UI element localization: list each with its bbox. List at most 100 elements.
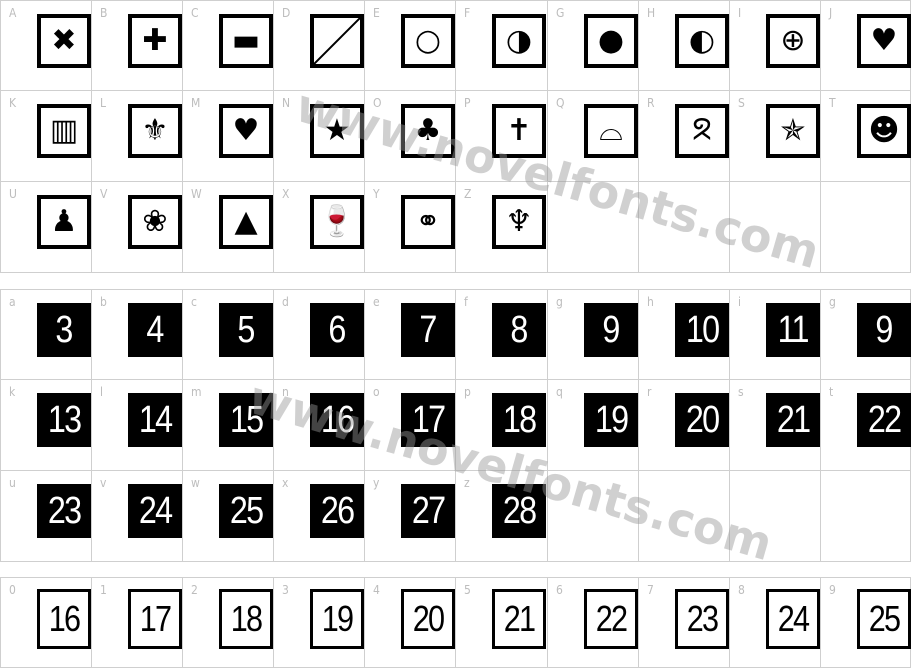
character-key-label: v	[100, 476, 107, 490]
glyph-cell: M ♥	[183, 91, 274, 182]
empty-circle-icon: ○	[401, 14, 455, 68]
glyph-cell: x 26	[274, 471, 365, 562]
glyph-cell	[548, 471, 639, 562]
character-key-label: D	[282, 6, 291, 20]
number-text: 24	[777, 598, 810, 639]
icon-glyph: ▥	[49, 113, 79, 148]
number-text: 9	[875, 308, 894, 351]
number-text: 23	[47, 489, 82, 532]
icon-glyph: ●	[597, 23, 625, 58]
icon-glyph: ○	[414, 23, 442, 58]
outlined-number-glyph: 20	[401, 589, 455, 649]
filled-number-glyph: 18	[492, 393, 546, 447]
character-key-label: d	[282, 295, 289, 309]
outlined-number-glyph: 22	[584, 589, 638, 649]
character-key-label: R	[647, 96, 655, 110]
character-key-label: p	[464, 385, 471, 399]
character-key-label: c	[191, 295, 197, 309]
number-text: 15	[229, 398, 264, 441]
flag-star-icon: ✯	[766, 104, 820, 158]
glyph-cell: a3	[0, 289, 92, 380]
glyph-cell: 5 21	[456, 577, 548, 668]
glyph-cell: P ✝	[456, 91, 548, 182]
character-key-label: I	[738, 6, 742, 20]
character-key-label: g	[829, 295, 836, 309]
glyph-cell: A ✖	[0, 0, 92, 91]
glyph-cell: r 20	[639, 380, 730, 471]
glyph-cell: h 10	[639, 289, 730, 380]
glyph-cell: n 16	[274, 380, 365, 471]
minus-icon: ▬	[219, 14, 273, 68]
glyph-cell: i 11	[730, 289, 821, 380]
half-circle-right-icon: ◑	[492, 14, 546, 68]
glyph-cell: 1 17	[92, 577, 183, 668]
outlined-number-glyph: 21	[492, 589, 546, 649]
character-key-label: P	[464, 96, 471, 110]
glyph-cell	[639, 182, 730, 273]
glyph-cell: J ♥	[821, 0, 911, 91]
shamrock-icon: ♣	[401, 104, 455, 158]
number-text: 25	[868, 598, 901, 639]
icon-glyph: ▬	[231, 23, 261, 58]
filled-number-glyph: 22	[857, 393, 911, 447]
number-text: 4	[146, 308, 165, 351]
number-text: 5	[237, 308, 256, 351]
character-key-label: F	[464, 6, 471, 20]
character-key-label: S	[738, 96, 745, 110]
turkey-icon: ❀	[128, 195, 182, 249]
icon-glyph: ▲	[234, 204, 258, 239]
character-key-label: 8	[738, 583, 745, 597]
character-key-label: N	[282, 96, 291, 110]
champagne-toast-icon: ⚭	[401, 195, 455, 249]
character-key-label: e	[373, 295, 380, 309]
filled-number-glyph: 3	[37, 303, 91, 357]
glyph-cell: Q ⌓	[548, 91, 639, 182]
glyph-cell: Z ♆	[456, 182, 548, 273]
glyph-cell: X 🍷	[274, 182, 365, 273]
character-key-label: r	[647, 385, 652, 399]
character-key-label: X	[282, 187, 290, 201]
number-text: 21	[503, 598, 536, 639]
character-key-label: E	[373, 6, 380, 20]
character-key-label: V	[100, 187, 108, 201]
glyph-cell: f8	[456, 289, 548, 380]
character-key-label: H	[647, 6, 656, 20]
icon-glyph: ◐	[688, 23, 716, 58]
glyph-row: U ♟ V ❀ W ▲ X 🍷 Y ⚭ Z ♆	[0, 182, 911, 273]
glyph-cell: b4	[92, 289, 183, 380]
glyph-cell: e7	[365, 289, 456, 380]
character-key-label: A	[9, 6, 17, 20]
number-text: 23	[686, 598, 719, 639]
character-key-label: T	[829, 96, 836, 110]
icon-glyph: ♥	[870, 23, 898, 58]
glyph-cell: V ❀	[92, 182, 183, 273]
icon-glyph: ♥	[232, 113, 260, 148]
jack-o-lantern-icon: ☻	[857, 104, 911, 158]
character-key-label: 6	[556, 583, 563, 597]
number-text: 26	[320, 489, 355, 532]
number-text: 20	[412, 598, 445, 639]
character-key-label: n	[282, 385, 289, 399]
glyph-cell: D	[274, 0, 365, 91]
filled-number-glyph: 28	[492, 484, 546, 538]
filled-number-glyph: 14	[128, 393, 182, 447]
character-key-label: 5	[464, 583, 471, 597]
filled-number-glyph: 19	[584, 393, 638, 447]
glyph-cell	[821, 471, 911, 562]
number-text: 14	[138, 398, 173, 441]
glyph-cell: 0 16	[0, 577, 92, 668]
glyph-cell: d6	[274, 289, 365, 380]
glyph-cell: l 14	[92, 380, 183, 471]
character-key-label: 9	[829, 583, 836, 597]
character-key-label: y	[373, 476, 380, 490]
character-key-label: o	[373, 385, 380, 399]
glyph-cell: p 18	[456, 380, 548, 471]
filled-number-glyph: 10	[675, 303, 729, 357]
diagonal-slash-icon	[310, 14, 364, 68]
wine-glass-icon: 🍷	[310, 195, 364, 249]
half-circle-left-icon: ◐	[675, 14, 729, 68]
glyph-cell: N ★	[274, 91, 365, 182]
character-key-label: Q	[556, 96, 565, 110]
glyph-row: A ✖ B ✚ C ▬ D E ○ F ◑ G ● H ◐ I ⊕ J ♥	[0, 0, 911, 91]
filled-number-glyph: 24	[128, 484, 182, 538]
